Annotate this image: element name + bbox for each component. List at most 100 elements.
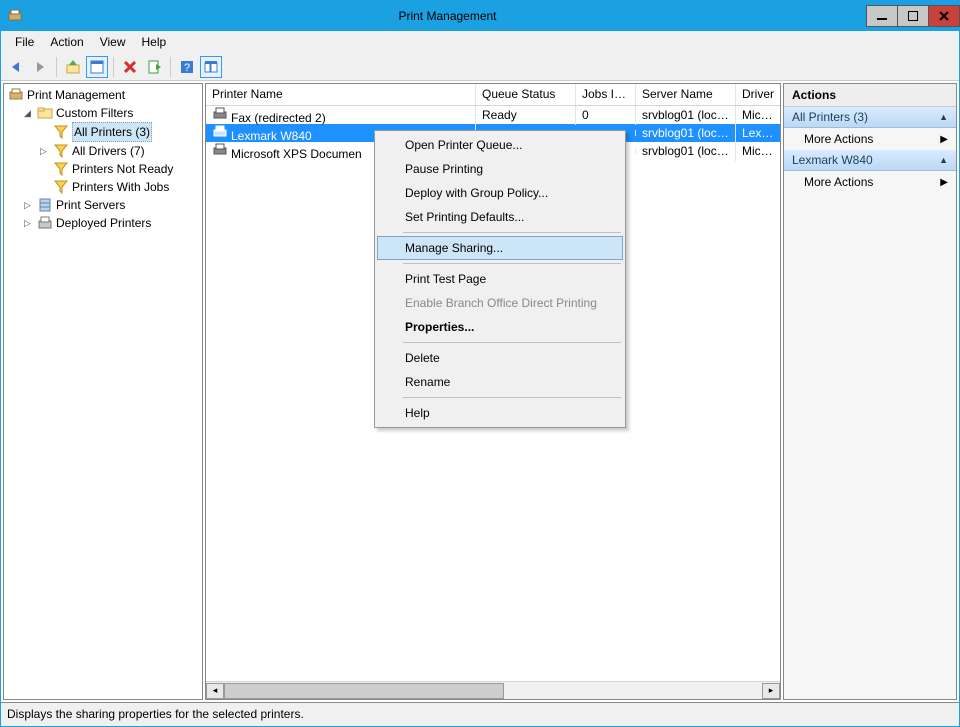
tree-all-printers-label: All Printers (3)	[72, 122, 152, 142]
collapse-icon[interactable]: ▲	[939, 112, 948, 122]
menubar: File Action View Help	[1, 31, 959, 53]
server-icon	[37, 197, 53, 213]
help-button[interactable]: ?	[176, 56, 198, 78]
actions-pane: Actions All Printers (3) ▲ More Actions …	[783, 83, 957, 700]
actions-section-all-printers[interactable]: All Printers (3) ▲	[784, 107, 956, 128]
tree-deployed-printers[interactable]: ▷ Deployed Printers	[22, 214, 202, 232]
grid-header: Printer Name Queue Status Jobs In ... Se…	[206, 84, 780, 106]
toolbar: ?	[1, 53, 959, 81]
menu-pause-printing[interactable]: Pause Printing	[377, 157, 623, 181]
folder-icon	[37, 105, 53, 121]
actions-more-label: More Actions	[804, 132, 873, 146]
actions-section-label: All Printers (3)	[792, 110, 868, 124]
cell-queue: Ready	[476, 106, 576, 125]
menu-open-queue[interactable]: Open Printer Queue...	[377, 133, 623, 157]
tree-all-drivers[interactable]: ▷ All Drivers (7)	[38, 142, 202, 160]
actions-more-2[interactable]: More Actions ▶	[784, 171, 956, 193]
context-menu: Open Printer Queue... Pause Printing Dep…	[374, 130, 626, 428]
up-button[interactable]	[62, 56, 84, 78]
refresh-button[interactable]	[143, 56, 165, 78]
menu-set-defaults[interactable]: Set Printing Defaults...	[377, 205, 623, 229]
menu-help[interactable]: Help	[134, 33, 175, 51]
column-queue-status[interactable]: Queue Status	[476, 84, 576, 105]
column-jobs[interactable]: Jobs In ...	[576, 84, 636, 105]
minimize-button[interactable]	[866, 5, 898, 27]
menu-branch-office: Enable Branch Office Direct Printing	[377, 291, 623, 315]
tree-print-servers-label: Print Servers	[56, 196, 125, 214]
app-icon	[7, 8, 23, 24]
tree-custom-filters[interactable]: ◢ Custom Filters	[22, 104, 202, 122]
menu-manage-sharing[interactable]: Manage Sharing...	[377, 236, 623, 260]
statusbar: Displays the sharing properties for the …	[1, 702, 959, 726]
menu-separator	[403, 263, 621, 264]
tree-printers-with-jobs-label: Printers With Jobs	[72, 178, 169, 196]
actions-title: Actions	[784, 84, 956, 107]
tree-deployed-printers-label: Deployed Printers	[56, 214, 151, 232]
menu-action[interactable]: Action	[42, 33, 91, 51]
statusbar-text: Displays the sharing properties for the …	[7, 707, 304, 721]
filter-icon	[53, 124, 69, 140]
scroll-thumb[interactable]	[224, 683, 504, 699]
menu-help[interactable]: Help	[377, 401, 623, 425]
tree-root-label: Print Management	[27, 86, 125, 104]
horizontal-scrollbar[interactable]: ◂ ▸	[206, 681, 780, 699]
menu-deploy-group-policy[interactable]: Deploy with Group Policy...	[377, 181, 623, 205]
actions-section-label: Lexmark W840	[792, 153, 873, 167]
maximize-button[interactable]	[897, 5, 929, 27]
close-button[interactable]	[928, 5, 960, 27]
menu-delete[interactable]: Delete	[377, 346, 623, 370]
back-button[interactable]	[5, 56, 27, 78]
tree-printers-not-ready[interactable]: Printers Not Ready	[38, 160, 202, 178]
cell-server: srvblog01 (local)	[636, 141, 736, 161]
svg-text:?: ?	[184, 62, 190, 74]
tree-printers-with-jobs[interactable]: Printers With Jobs	[38, 178, 202, 196]
properties-button[interactable]	[86, 56, 108, 78]
filter-icon	[53, 161, 69, 177]
collapse-icon[interactable]: ▲	[939, 155, 948, 165]
cell-server: srvblog01 (local)	[636, 123, 736, 143]
menu-rename[interactable]: Rename	[377, 370, 623, 394]
tree-all-printers[interactable]: All Printers (3)	[38, 122, 202, 142]
forward-button[interactable]	[29, 56, 51, 78]
print-management-icon	[8, 87, 24, 103]
collapse-icon[interactable]: ◢	[24, 104, 34, 122]
window-title: Print Management	[29, 9, 866, 23]
tree-print-servers[interactable]: ▷ Print Servers	[22, 196, 202, 214]
menu-file[interactable]: File	[7, 33, 42, 51]
delete-button[interactable]	[119, 56, 141, 78]
actions-more-1[interactable]: More Actions ▶	[784, 128, 956, 150]
column-printer-name[interactable]: Printer Name	[206, 84, 476, 105]
printer-icon	[212, 124, 228, 140]
expand-icon[interactable]: ▷	[24, 214, 34, 232]
menu-separator	[403, 232, 621, 233]
menu-properties[interactable]: Properties...	[377, 315, 623, 339]
submenu-icon: ▶	[940, 177, 948, 188]
cell-jobs: 0	[576, 106, 636, 125]
menu-print-test-page[interactable]: Print Test Page	[377, 267, 623, 291]
column-driver[interactable]: Driver	[736, 84, 780, 105]
cell-driver: Lexma	[736, 123, 780, 143]
show-hide-button[interactable]	[200, 56, 222, 78]
actions-section-printer[interactable]: Lexmark W840 ▲	[784, 150, 956, 171]
menu-separator	[403, 397, 621, 398]
expand-icon[interactable]: ▷	[24, 196, 34, 214]
actions-more-label: More Actions	[804, 175, 873, 189]
tree-root[interactable]: Print Management	[6, 86, 202, 104]
tree-all-drivers-label: All Drivers (7)	[72, 142, 145, 160]
tree-custom-filters-label: Custom Filters	[56, 104, 133, 122]
tree-printers-not-ready-label: Printers Not Ready	[72, 160, 173, 178]
menu-view[interactable]: View	[92, 33, 134, 51]
filter-icon	[53, 179, 69, 195]
submenu-icon: ▶	[940, 134, 948, 145]
printer-icon	[212, 106, 228, 122]
menu-separator	[403, 342, 621, 343]
cell-name: Microsoft XPS Documen	[231, 147, 362, 161]
scroll-right-button[interactable]: ▸	[762, 683, 780, 699]
tree-pane[interactable]: Print Management ◢ Custom Filters	[3, 83, 203, 700]
scroll-left-button[interactable]: ◂	[206, 683, 224, 699]
column-server-name[interactable]: Server Name	[636, 84, 736, 105]
scroll-track[interactable]	[224, 683, 762, 699]
filter-icon	[53, 143, 69, 159]
titlebar: Print Management	[1, 1, 959, 31]
expand-icon[interactable]: ▷	[40, 142, 50, 160]
